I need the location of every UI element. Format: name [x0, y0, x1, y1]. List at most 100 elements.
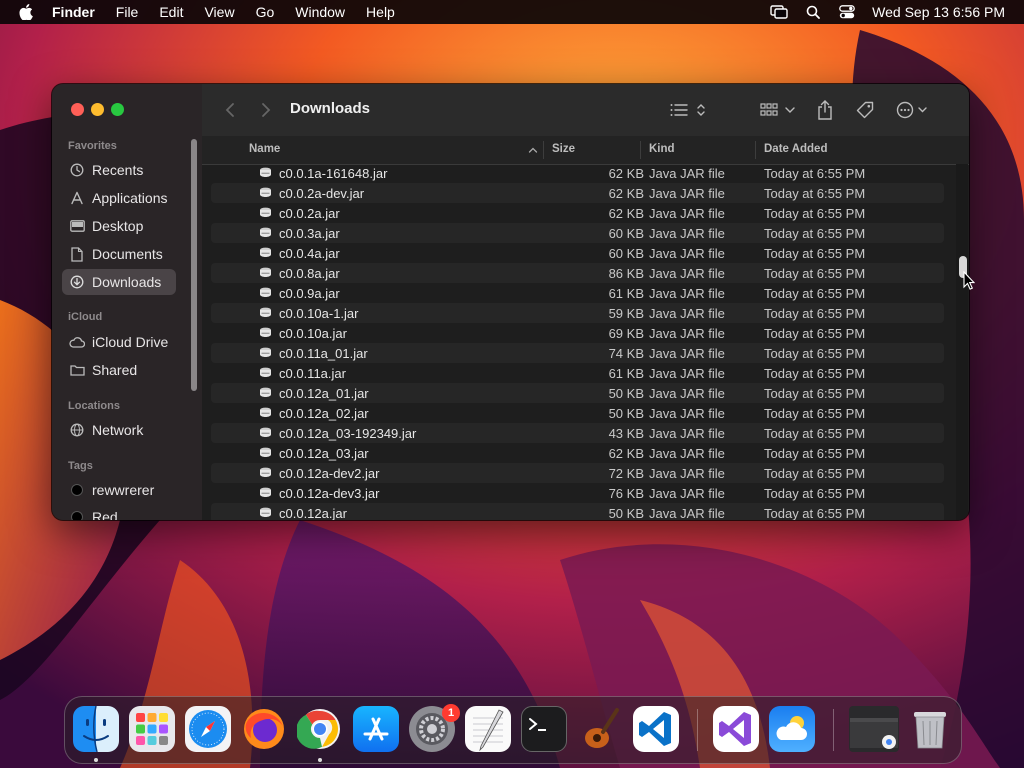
sidebar-item-applications[interactable]: Applications — [62, 185, 176, 211]
file-size: 62 KB — [608, 206, 644, 221]
file-row[interactable]: c0.0.10a-1.jar 59 KB Java JAR file Today at… — [211, 303, 944, 323]
trash-icon[interactable] — [907, 706, 953, 752]
sidebar-item-downloads[interactable]: Downloads — [62, 269, 176, 295]
file-date-added: Today at 6:55 PM — [764, 406, 866, 421]
screen-mirroring-icon[interactable] — [762, 0, 796, 24]
sidebar-item-label: Shared — [92, 362, 138, 378]
file-row[interactable]: c0.0.12a_01.jar 50 KB Java JAR file Today a… — [211, 383, 944, 403]
file-name: c0.0.8a.jar — [279, 266, 340, 281]
textedit-icon[interactable] — [465, 706, 511, 752]
vscode-icon[interactable] — [633, 706, 679, 752]
jar-file-icon — [260, 287, 271, 297]
menu-app-finder[interactable]: Finder — [52, 4, 106, 20]
file-kind: Java JAR file — [649, 346, 725, 361]
file-row[interactable]: c0.0.12a_02.jar 50 KB Java JAR file Today a… — [211, 403, 944, 423]
menu-help[interactable]: Help — [356, 4, 406, 20]
sidebar-item-desktop[interactable]: Desktop — [62, 213, 176, 239]
window-title: Downloads — [290, 100, 371, 117]
jar-file-icon — [260, 387, 271, 397]
control-center-icon[interactable] — [830, 0, 864, 24]
window-zoom-button[interactable] — [111, 103, 124, 116]
column-name-header[interactable]: Name — [249, 143, 280, 155]
file-row[interactable]: c0.0.11a_01.jar 74 KB Java JAR file Today a… — [211, 343, 944, 363]
sort-ascending-icon[interactable] — [528, 145, 538, 157]
file-name: c0.0.3a.jar — [279, 226, 340, 241]
file-date-added: Today at 6:55 PM — [764, 506, 866, 520]
share-button[interactable] — [814, 98, 836, 122]
jar-file-icon — [260, 267, 271, 277]
file-name: c0.0.12a_03.jar — [279, 446, 369, 461]
spotlight-search-icon[interactable] — [796, 0, 830, 24]
file-date-added: Today at 6:55 PM — [764, 326, 866, 341]
view-options-button[interactable] — [668, 98, 708, 122]
jar-file-icon — [260, 247, 271, 257]
window-minimize-button[interactable] — [91, 103, 104, 116]
menu-go[interactable]: Go — [246, 4, 286, 20]
column-header: Name Size Kind Date Added — [202, 136, 969, 165]
sidebar-item-network[interactable]: Network — [62, 417, 176, 443]
menu-bar-clock[interactable]: Wed Sep 13 6:56 PM — [864, 4, 1024, 20]
file-kind: Java JAR file — [649, 306, 725, 321]
file-size: 86 KB — [608, 266, 644, 281]
file-name: c0.0.12a_03-192349.jar — [279, 426, 417, 441]
file-size: 72 KB — [608, 466, 644, 481]
window-close-button[interactable] — [71, 103, 84, 116]
column-kind-header[interactable]: Kind — [649, 143, 675, 155]
file-date-added: Today at 6:55 PM — [764, 226, 866, 241]
tag-color-dot-icon — [71, 511, 83, 520]
terminal-icon[interactable] — [521, 706, 567, 752]
menu-window[interactable]: Window — [285, 4, 356, 20]
file-row[interactable]: c0.0.10a.jar 69 KB Java JAR file Today at 6… — [211, 323, 944, 343]
file-row[interactable]: c0.0.12a_03-192349.jar 43 KB Java JAR file… — [211, 423, 944, 443]
app-store-icon[interactable] — [353, 706, 399, 752]
chrome-icon[interactable] — [297, 706, 343, 752]
menu-file[interactable]: File — [106, 4, 150, 20]
file-row[interactable]: c0.0.2a-dev.jar 62 KB Java JAR file Today a… — [211, 183, 944, 203]
column-size-header[interactable]: Size — [552, 143, 575, 155]
chrome-window-thumbnail-icon[interactable] — [849, 706, 899, 752]
file-row[interactable]: c0.0.8a.jar 86 KB Java JAR file Today at 6:… — [211, 263, 944, 283]
file-name: c0.0.12a-dev2.jar — [279, 466, 380, 481]
sidebar-item-shared[interactable]: Shared — [62, 357, 176, 383]
file-row[interactable]: c0.0.12a-dev3.jar 76 KB Java JAR file Today… — [211, 483, 944, 503]
chevron-right-icon — [262, 103, 271, 117]
file-row[interactable]: c0.0.2a.jar 62 KB Java JAR file Today at 6:… — [211, 203, 944, 223]
file-row[interactable]: c0.0.12a-dev2.jar 72 KB Java JAR file Today… — [211, 463, 944, 483]
file-row[interactable]: c0.0.1a-161648.jar 62 KB Java JAR file Toda… — [211, 164, 944, 183]
menu-view[interactable]: View — [194, 4, 245, 20]
column-date-added-header[interactable]: Date Added — [764, 143, 827, 155]
sidebar-item-icloud-drive[interactable]: iCloud Drive — [62, 329, 176, 355]
weather-icon[interactable] — [769, 706, 815, 752]
file-date-added: Today at 6:55 PM — [764, 266, 866, 281]
back-button[interactable] — [222, 98, 238, 122]
document-icon — [62, 246, 92, 262]
visual-studio-icon[interactable] — [713, 706, 759, 752]
sidebar-item-recents[interactable]: Recents — [62, 157, 176, 183]
forward-button[interactable] — [258, 98, 274, 122]
file-row[interactable]: c0.0.11a.jar 61 KB Java JAR file Today at 6… — [211, 363, 944, 383]
menu-edit[interactable]: Edit — [149, 4, 194, 20]
file-row[interactable]: c0.0.12a_03.jar 62 KB Java JAR file Today a… — [211, 443, 944, 463]
finder-icon[interactable] — [73, 706, 119, 752]
sidebar-tag-red[interactable]: Red — [62, 504, 176, 520]
file-date-added: Today at 6:55 PM — [764, 166, 866, 181]
file-row[interactable]: c0.0.9a.jar 61 KB Java JAR file Today at 6:… — [211, 283, 944, 303]
launchpad-icon[interactable] — [129, 706, 175, 752]
file-name: c0.0.1a-161648.jar — [279, 166, 388, 181]
file-kind: Java JAR file — [649, 206, 725, 221]
action-menu-button[interactable] — [896, 98, 932, 122]
sidebar-tag-rewwrerer[interactable]: rewwrerer — [62, 477, 176, 503]
finder-window: Favorites Recents Applications Desktop D… — [52, 84, 969, 520]
group-button[interactable] — [758, 98, 798, 122]
sidebar-scrollbar[interactable] — [191, 139, 197, 391]
file-list-scrollbar-track[interactable] — [956, 164, 968, 520]
file-row[interactable]: c0.0.3a.jar 60 KB Java JAR file Today at 6:… — [211, 223, 944, 243]
sidebar-item-documents[interactable]: Documents — [62, 241, 176, 267]
file-row[interactable]: c0.0.12a.jar 50 KB Java JAR file Today at 6… — [211, 503, 944, 520]
garageband-icon[interactable] — [577, 706, 623, 752]
tags-button[interactable] — [854, 98, 876, 122]
firefox-icon[interactable] — [241, 706, 287, 752]
file-row[interactable]: c0.0.4a.jar 60 KB Java JAR file Today at 6:… — [211, 243, 944, 263]
safari-icon[interactable] — [185, 706, 231, 752]
apple-menu-icon[interactable] — [0, 4, 52, 20]
